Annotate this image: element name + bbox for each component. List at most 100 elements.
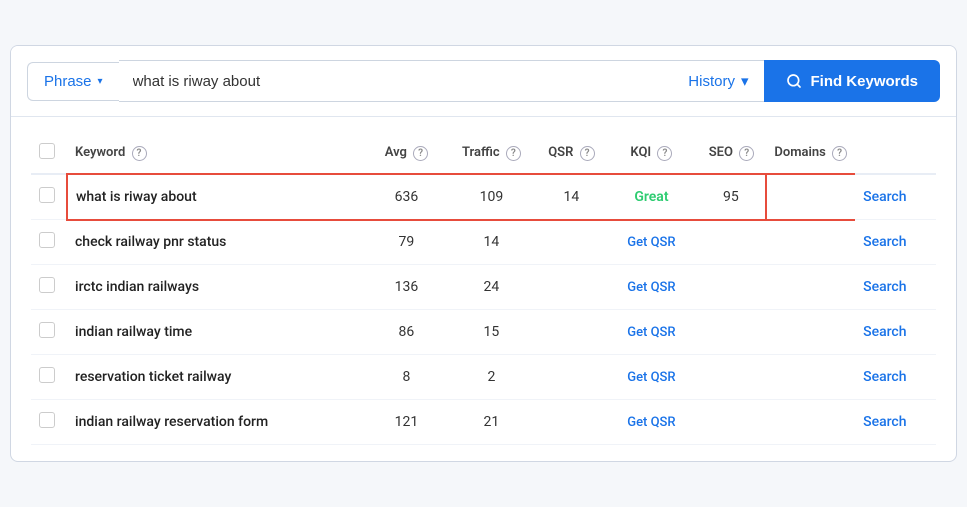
row-domains: [766, 220, 855, 265]
avg-info-icon[interactable]: ?: [413, 146, 428, 161]
get-qsr-link[interactable]: Get QSR: [627, 280, 675, 295]
row-search-cell: Search: [855, 355, 936, 400]
search-link[interactable]: Search: [863, 324, 906, 340]
row-search-cell: Search: [855, 310, 936, 355]
traffic-info-icon[interactable]: ?: [506, 146, 521, 161]
row-avg: 121: [366, 400, 446, 445]
row-qsr: [536, 400, 606, 445]
get-qsr-link[interactable]: Get QSR: [627, 235, 675, 250]
get-qsr-link[interactable]: Get QSR: [627, 325, 675, 340]
history-dropdown-button[interactable]: History ▾: [672, 60, 764, 102]
find-keywords-button[interactable]: Find Keywords: [764, 60, 940, 102]
history-chevron-icon: ▾: [741, 72, 749, 90]
row-kqi: Get QSR: [606, 355, 696, 400]
table-row: indian railway time8615Get QSRSearch: [31, 310, 936, 355]
row-avg: 136: [366, 265, 446, 310]
row-domains: [766, 310, 855, 355]
table-body: what is riway about63610914Great95Search…: [31, 174, 936, 445]
phrase-chevron-icon: ▾: [98, 76, 103, 87]
row-seo: [696, 220, 766, 265]
table-row: reservation ticket railway82Get QSRSearc…: [31, 355, 936, 400]
row-keyword: check railway pnr status: [67, 220, 366, 265]
kqi-info-icon[interactable]: ?: [657, 146, 672, 161]
search-bar: Phrase ▾ History ▾ Find Keywords: [11, 46, 956, 117]
row-domains: [766, 265, 855, 310]
row-checkbox[interactable]: [39, 187, 55, 203]
th-qsr: QSR ?: [536, 133, 606, 174]
row-checkbox[interactable]: [39, 412, 55, 428]
row-keyword: indian railway reservation form: [67, 400, 366, 445]
find-keywords-label: Find Keywords: [810, 73, 918, 90]
table-row: what is riway about63610914Great95 Search: [31, 174, 936, 220]
row-kqi: Get QSR: [606, 310, 696, 355]
row-search-cell: Search: [855, 400, 936, 445]
row-qsr: [536, 310, 606, 355]
keyword-search-input[interactable]: [119, 60, 673, 102]
history-label: History: [688, 73, 735, 90]
row-kqi: Get QSR: [606, 220, 696, 265]
th-seo-label: SEO: [709, 145, 733, 160]
row-checkbox-cell: [31, 174, 67, 220]
row-seo: [696, 355, 766, 400]
domains-info-icon[interactable]: ?: [832, 146, 847, 161]
row-keyword: reservation ticket railway: [67, 355, 366, 400]
search-link[interactable]: Search: [863, 189, 906, 205]
row-domains: [766, 400, 855, 445]
row-checkbox-cell: [31, 220, 67, 265]
row-traffic: 109: [446, 174, 536, 220]
row-checkbox-cell: [31, 310, 67, 355]
th-kqi-label: KQI: [630, 145, 651, 160]
get-qsr-link[interactable]: Get QSR: [627, 415, 675, 430]
row-checkbox-cell: [31, 355, 67, 400]
row-domains: [766, 355, 855, 400]
row-kqi: Great: [606, 174, 696, 220]
th-traffic-label: Traffic: [462, 145, 500, 160]
row-checkbox[interactable]: [39, 367, 55, 383]
row-qsr: [536, 220, 606, 265]
th-keyword: Keyword ?: [67, 133, 366, 174]
row-qsr: 14: [536, 174, 606, 220]
table-row: indian railway reservation form12121Get …: [31, 400, 936, 445]
th-qsr-label: QSR: [548, 145, 573, 160]
row-seo: [696, 310, 766, 355]
row-checkbox[interactable]: [39, 322, 55, 338]
th-keyword-label: Keyword: [75, 145, 125, 160]
th-domains-label: Domains: [774, 145, 825, 160]
row-avg: 636: [366, 174, 446, 220]
row-kqi: Get QSR: [606, 400, 696, 445]
table-header-row: Keyword ? Avg ? Traffic ? QSR ?: [31, 133, 936, 174]
search-icon: [786, 73, 802, 89]
row-keyword: irctc indian railways: [67, 265, 366, 310]
get-qsr-link[interactable]: Get QSR: [627, 370, 675, 385]
row-traffic: 2: [446, 355, 536, 400]
main-container: Phrase ▾ History ▾ Find Keywords: [10, 45, 957, 462]
row-seo: 95: [696, 174, 766, 220]
keywords-table-wrapper: Keyword ? Avg ? Traffic ? QSR ?: [11, 117, 956, 461]
row-keyword: what is riway about: [67, 174, 366, 220]
table-row: irctc indian railways13624Get QSRSearch: [31, 265, 936, 310]
row-domains: [766, 174, 855, 220]
search-link[interactable]: Search: [863, 279, 906, 295]
phrase-label: Phrase: [44, 73, 92, 90]
select-all-checkbox[interactable]: [39, 143, 55, 159]
th-domains: Domains ?: [766, 133, 855, 174]
row-qsr: [536, 265, 606, 310]
row-kqi: Get QSR: [606, 265, 696, 310]
seo-info-icon[interactable]: ?: [739, 146, 754, 161]
keyword-info-icon[interactable]: ?: [132, 146, 147, 161]
row-checkbox-cell: [31, 265, 67, 310]
row-traffic: 15: [446, 310, 536, 355]
search-link[interactable]: Search: [863, 234, 906, 250]
th-search-action: [855, 133, 936, 174]
search-link[interactable]: Search: [863, 369, 906, 385]
table-row: check railway pnr status7914Get QSRSearc…: [31, 220, 936, 265]
phrase-dropdown-button[interactable]: Phrase ▾: [27, 62, 119, 101]
row-checkbox[interactable]: [39, 277, 55, 293]
search-link[interactable]: Search: [863, 414, 906, 430]
row-traffic: 14: [446, 220, 536, 265]
row-avg: 86: [366, 310, 446, 355]
qsr-info-icon[interactable]: ?: [580, 146, 595, 161]
th-kqi: KQI ?: [606, 133, 696, 174]
row-checkbox[interactable]: [39, 232, 55, 248]
th-avg-label: Avg: [385, 145, 407, 160]
